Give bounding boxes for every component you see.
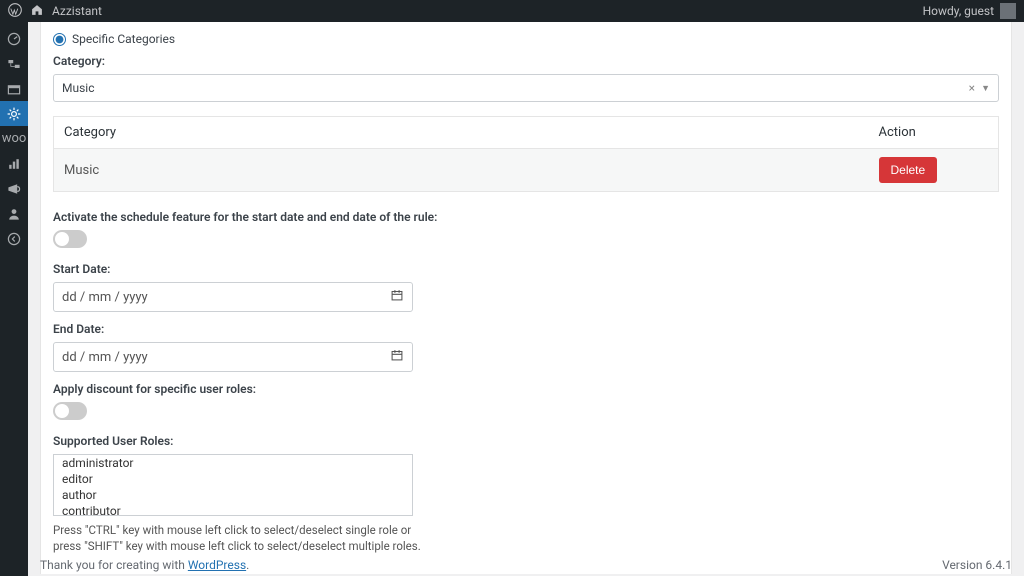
footer-thanks: Thank you for creating with bbox=[40, 558, 188, 572]
end-date-input[interactable]: dd / mm / yyyy bbox=[53, 342, 413, 372]
role-option[interactable]: author bbox=[54, 487, 412, 503]
category-table: Category Action Music Delete bbox=[53, 116, 999, 192]
sidebar-collapse[interactable] bbox=[0, 226, 28, 251]
radio-specific-categories[interactable]: Specific Categories bbox=[53, 32, 999, 46]
wordpress-logo-icon[interactable] bbox=[8, 3, 22, 20]
content-area: Specific Categories Category: Music × ▼ … bbox=[28, 22, 1024, 576]
admin-bar: Azzistant Howdy, guest bbox=[0, 0, 1024, 22]
avatar[interactable] bbox=[1000, 3, 1016, 19]
end-date-label: End Date: bbox=[53, 322, 999, 336]
role-option[interactable]: editor bbox=[54, 471, 412, 487]
end-date-value: dd / mm / yyyy bbox=[62, 350, 148, 365]
row-category-name: Music bbox=[54, 149, 869, 192]
category-clear[interactable]: × bbox=[963, 81, 981, 95]
sidebar-item-2[interactable] bbox=[0, 51, 28, 76]
radio-specific-categories-input[interactable] bbox=[53, 33, 66, 46]
role-option[interactable]: contributor bbox=[54, 503, 412, 516]
apply-user-roles-label: Apply discount for specific user roles: bbox=[53, 382, 999, 396]
schedule-toggle[interactable] bbox=[53, 230, 87, 248]
admin-sidebar: woo bbox=[0, 22, 28, 576]
sidebar-analytics[interactable] bbox=[0, 151, 28, 176]
sidebar-marketing[interactable] bbox=[0, 176, 28, 201]
start-date-value: dd / mm / yyyy bbox=[62, 290, 148, 305]
col-action: Action bbox=[869, 117, 999, 149]
chevron-down-icon: ▼ bbox=[981, 83, 990, 94]
site-name[interactable]: Azzistant bbox=[52, 4, 102, 18]
settings-panel: Specific Categories Category: Music × ▼ … bbox=[40, 22, 1012, 574]
sidebar-settings[interactable] bbox=[0, 101, 28, 126]
delete-button[interactable]: Delete bbox=[879, 157, 938, 183]
howdy-text[interactable]: Howdy, guest bbox=[923, 4, 994, 18]
sidebar-users[interactable] bbox=[0, 201, 28, 226]
schedule-activate-label: Activate the schedule feature for the st… bbox=[53, 210, 999, 224]
woo-icon: woo bbox=[2, 131, 27, 146]
version-text: Version 6.4.1 bbox=[942, 558, 1012, 572]
calendar-icon bbox=[390, 348, 404, 366]
start-date-input[interactable]: dd / mm / yyyy bbox=[53, 282, 413, 312]
role-option[interactable]: administrator bbox=[54, 455, 412, 471]
supported-roles-label: Supported User Roles: bbox=[53, 434, 999, 448]
sidebar-dashboard[interactable] bbox=[0, 26, 28, 51]
category-select[interactable]: Music × ▼ bbox=[53, 74, 999, 102]
footer: Thank you for creating with WordPress. V… bbox=[40, 558, 1012, 572]
category-selected: Music bbox=[62, 81, 94, 95]
sidebar-item-3[interactable] bbox=[0, 76, 28, 101]
radio-specific-categories-label: Specific Categories bbox=[72, 32, 175, 46]
wordpress-link[interactable]: WordPress bbox=[188, 558, 246, 572]
user-roles-toggle[interactable] bbox=[53, 402, 87, 420]
sidebar-woo[interactable]: woo bbox=[0, 126, 28, 151]
calendar-icon bbox=[390, 288, 404, 306]
category-label: Category: bbox=[53, 54, 999, 68]
start-date-label: Start Date: bbox=[53, 262, 999, 276]
supported-roles-select[interactable]: administrator editor author contributor bbox=[53, 454, 413, 516]
col-category: Category bbox=[54, 117, 869, 149]
table-row: Music Delete bbox=[54, 149, 999, 192]
home-icon[interactable] bbox=[30, 3, 44, 20]
roles-hint: Press "CTRL" key with mouse left click t… bbox=[53, 522, 433, 554]
